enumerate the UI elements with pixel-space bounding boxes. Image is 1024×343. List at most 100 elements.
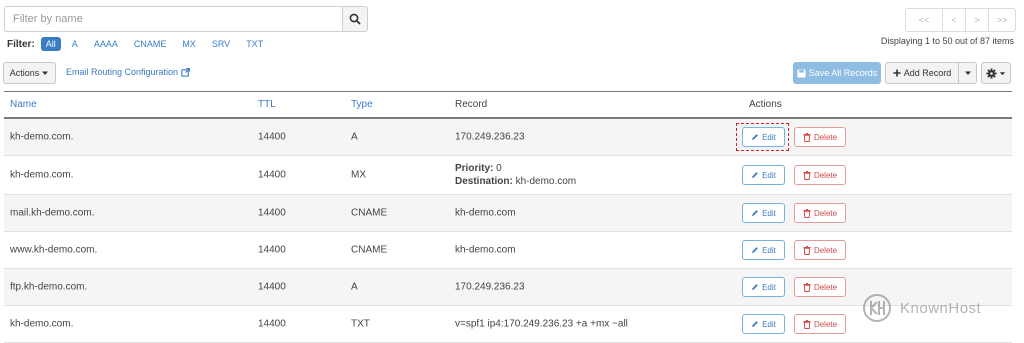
caret-down-icon (964, 71, 971, 75)
delete-label: Delete (813, 170, 838, 180)
delete-button[interactable]: Delete (794, 165, 846, 185)
record-ttl: 14400 (258, 281, 286, 293)
plus-icon (893, 69, 901, 77)
settings-dropdown[interactable] (981, 62, 1011, 84)
table-row: kh-demo.com. 14400 TXT v=spf1 ip4:170.24… (4, 306, 1012, 343)
trash-icon (803, 282, 811, 292)
trash-icon (803, 319, 811, 329)
email-routing-link[interactable]: Email Routing Configuration (66, 67, 191, 77)
search-icon (349, 13, 361, 25)
record-value: Priority: 0 Destination: kh-demo.com (455, 162, 576, 188)
add-record-button[interactable]: Add Record (885, 62, 959, 84)
record-type: CNAME (351, 244, 388, 256)
filter-aaaa[interactable]: AAAA (89, 37, 123, 51)
table-row: kh-demo.com. 14400 MX Priority: 0 Destin… (4, 156, 1012, 195)
record-value: kh-demo.com (455, 244, 516, 256)
record-name: kh-demo.com. (10, 169, 74, 181)
edit-label: Edit (762, 319, 776, 329)
record-ttl: 14400 (258, 131, 286, 143)
edit-label: Edit (762, 170, 776, 180)
table-row: www.kh-demo.com. 14400 CNAME kh-demo.com… (4, 232, 1012, 269)
edit-label: Edit (762, 245, 776, 255)
delete-button[interactable]: Delete (794, 203, 846, 223)
delete-label: Delete (813, 132, 838, 142)
search-bar (4, 6, 368, 32)
delete-button[interactable]: Delete (794, 127, 846, 147)
save-all-label: Save All Records (808, 68, 878, 78)
filter-txt[interactable]: TXT (241, 37, 268, 51)
caret-down-icon (999, 71, 1006, 75)
delete-label: Delete (813, 282, 838, 292)
gear-icon (986, 67, 997, 79)
filter-label: Filter: (7, 38, 35, 50)
next-page-button[interactable]: > (965, 8, 989, 32)
pencil-icon (752, 134, 758, 140)
caret-down-icon (42, 71, 49, 75)
edit-label: Edit (762, 132, 776, 142)
record-type: A (351, 131, 358, 143)
column-header-name[interactable]: Name (10, 99, 37, 110)
priority-label: Priority: (455, 163, 494, 174)
actions-dropdown[interactable]: Actions (3, 62, 56, 84)
record-value: 170.249.236.23 (455, 281, 525, 293)
knownhost-watermark: KnownHost (862, 293, 981, 323)
add-record-dropdown[interactable] (959, 62, 977, 84)
table-header: Name TTL Type Record Actions (4, 91, 1012, 119)
edit-button[interactable]: Edit (742, 203, 785, 223)
record-name: kh-demo.com. (10, 318, 74, 330)
record-type: CNAME (351, 207, 388, 219)
knownhost-logo-icon (863, 294, 891, 322)
edit-button[interactable]: Edit (742, 165, 785, 185)
prev-page-button[interactable]: < (942, 8, 966, 32)
first-page-button[interactable]: << (905, 8, 943, 32)
table-row: mail.kh-demo.com. 14400 CNAME kh-demo.co… (4, 195, 1012, 232)
edit-button[interactable]: Edit (742, 314, 785, 334)
delete-button[interactable]: Delete (794, 240, 846, 260)
edit-label: Edit (762, 282, 776, 292)
trash-icon (803, 170, 811, 180)
filter-all[interactable]: All (40, 37, 61, 51)
destination-label: Destination: (455, 176, 513, 187)
type-filter: Filter: All A AAAA CNAME MX SRV TXT (7, 37, 274, 51)
record-type: MX (351, 169, 366, 181)
delete-button[interactable]: Delete (794, 277, 846, 297)
edit-button[interactable]: Edit (742, 240, 785, 260)
record-ttl: 14400 (258, 207, 286, 219)
filter-srv[interactable]: SRV (207, 37, 235, 51)
filter-a[interactable]: A (67, 37, 83, 51)
trash-icon (803, 245, 811, 255)
delete-label: Delete (813, 245, 838, 255)
record-ttl: 14400 (258, 318, 286, 330)
record-name: mail.kh-demo.com. (10, 207, 95, 219)
delete-label: Delete (813, 208, 838, 218)
save-all-records-button[interactable]: Save All Records (793, 62, 881, 84)
pencil-icon (752, 172, 758, 178)
add-record-label: Add Record (903, 68, 952, 78)
edit-button[interactable]: Edit (742, 277, 785, 297)
search-input[interactable] (4, 6, 342, 32)
record-name: www.kh-demo.com. (10, 244, 98, 256)
filter-cname[interactable]: CNAME (129, 37, 172, 51)
column-header-type[interactable]: Type (351, 99, 373, 110)
table-row: kh-demo.com. 14400 A 170.249.236.23 Edit… (4, 119, 1012, 156)
pencil-icon (752, 321, 758, 327)
delete-button[interactable]: Delete (794, 314, 846, 334)
search-button[interactable] (342, 6, 368, 32)
pencil-icon (752, 210, 758, 216)
record-ttl: 14400 (258, 169, 286, 181)
record-value: 170.249.236.23 (455, 131, 525, 143)
column-header-record: Record (455, 99, 488, 110)
last-page-button[interactable]: >> (988, 8, 1016, 32)
filter-mx[interactable]: MX (177, 37, 201, 51)
pagination: << < > >> (905, 8, 1016, 32)
save-icon (797, 68, 806, 78)
table-row: ftp.kh-demo.com. 14400 A 170.249.236.23 … (4, 269, 1012, 306)
column-header-ttl[interactable]: TTL (258, 99, 276, 110)
edit-button[interactable]: Edit (742, 127, 785, 147)
email-routing-label: Email Routing Configuration (66, 67, 179, 77)
record-type: TXT (351, 318, 370, 330)
actions-label: Actions (9, 68, 40, 78)
watermark-text: KnownHost (900, 299, 982, 317)
pencil-icon (752, 284, 758, 290)
add-record-group: Add Record (885, 62, 977, 84)
